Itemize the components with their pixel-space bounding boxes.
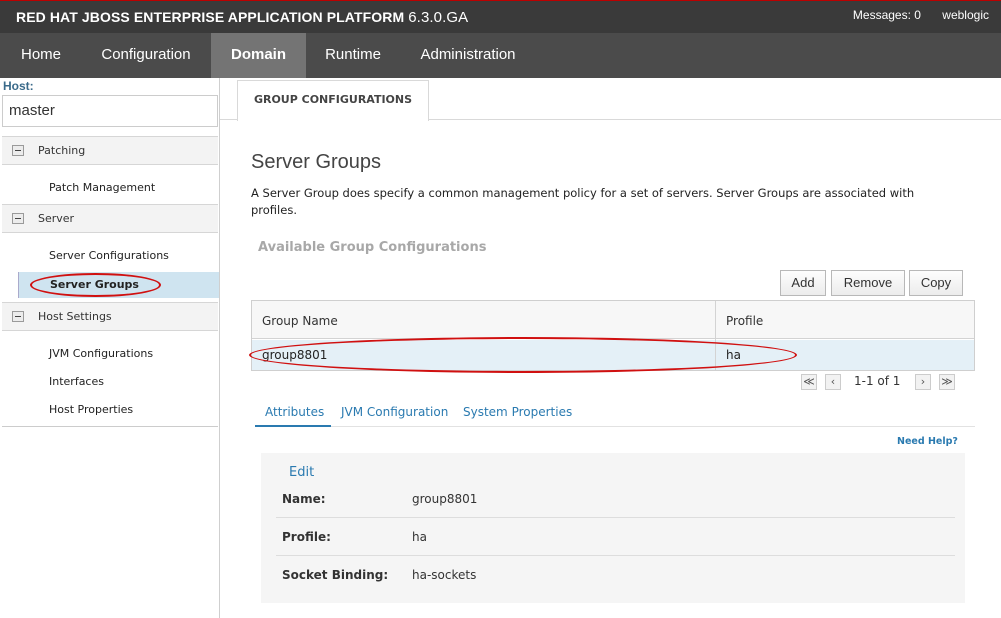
host-label: Host: <box>3 79 34 93</box>
field-label-profile: Profile: <box>282 530 331 544</box>
remove-button[interactable]: Remove <box>831 270 905 296</box>
nav-administration[interactable]: Administration <box>400 33 536 78</box>
tab-system-properties[interactable]: System Properties <box>463 405 572 419</box>
edit-link[interactable]: Edit <box>289 465 314 480</box>
section-patching[interactable]: Patching <box>2 136 218 165</box>
nav-runtime[interactable]: Runtime <box>306 33 400 78</box>
sidebar-item-patch-management[interactable]: Patch Management <box>49 181 155 194</box>
prev-page-icon[interactable]: ‹ <box>825 374 841 390</box>
page-title: Server Groups <box>251 151 382 173</box>
sidebar: Host: master Patching Patch Management S… <box>0 78 220 618</box>
copy-button[interactable]: Copy <box>909 270 963 296</box>
cell-group-name: group8801 <box>262 348 328 362</box>
column-header-group-name[interactable]: Group Name <box>262 314 338 328</box>
collapse-icon[interactable] <box>12 145 24 156</box>
product-logo: RED HAT JBOSS ENTERPRISE APPLICATION PLA… <box>16 9 468 26</box>
column-header-profile[interactable]: Profile <box>726 314 763 328</box>
section-label: Patching <box>38 144 86 157</box>
brand-bar: RED HAT JBOSS ENTERPRISE APPLICATION PLA… <box>0 0 1001 33</box>
section-host-settings[interactable]: Host Settings <box>2 302 218 331</box>
brand-name: RED HAT JBOSS ENTERPRISE APPLICATION PLA… <box>16 9 405 25</box>
field-value-profile: ha <box>412 530 427 544</box>
collapse-icon[interactable] <box>12 213 24 224</box>
table-row[interactable]: group8801 ha <box>252 340 974 370</box>
section-label: Server <box>38 212 75 225</box>
tab-bar: GROUP CONFIGURATIONS <box>220 78 1001 121</box>
nav-configuration[interactable]: Configuration <box>82 33 210 78</box>
last-page-icon[interactable]: ≫ <box>939 374 955 390</box>
messages-link[interactable]: Messages: 0 <box>853 8 921 22</box>
field-divider <box>276 517 955 518</box>
sidebar-item-host-properties[interactable]: Host Properties <box>49 403 133 416</box>
page-description: A Server Group does specify a common man… <box>251 186 915 217</box>
add-button[interactable]: Add <box>780 270 826 296</box>
host-selector[interactable]: master <box>2 95 218 127</box>
tab-group-configurations[interactable]: GROUP CONFIGURATIONS <box>237 80 429 121</box>
first-page-icon[interactable]: ≪ <box>801 374 817 390</box>
sidebar-item-server-groups[interactable]: Server Groups <box>18 272 219 298</box>
nav-home[interactable]: Home <box>0 33 82 78</box>
section-server[interactable]: Server <box>2 204 218 233</box>
field-divider <box>276 555 955 556</box>
column-divider <box>715 301 716 370</box>
field-value-socket-binding: ha-sockets <box>412 568 477 582</box>
sidebar-divider <box>2 426 218 427</box>
table-header: Group Name Profile <box>252 301 974 339</box>
sidebar-item-interfaces[interactable]: Interfaces <box>49 375 104 388</box>
field-value-name: group8801 <box>412 492 478 506</box>
section-label: Host Settings <box>38 310 112 323</box>
tab-attributes[interactable]: Attributes <box>255 405 331 427</box>
pager-label: 1-1 of 1 <box>854 374 901 388</box>
nav-domain[interactable]: Domain <box>211 33 306 78</box>
cell-profile: ha <box>726 348 741 362</box>
field-label-name: Name: <box>282 492 326 506</box>
collapse-icon[interactable] <box>12 311 24 322</box>
tab-jvm-configuration[interactable]: JVM Configuration <box>341 405 448 419</box>
top-right-links: Messages: 0 weblogic <box>835 8 989 22</box>
need-help-link[interactable]: Need Help? <box>897 436 958 447</box>
next-page-icon[interactable]: › <box>915 374 931 390</box>
main-nav: Home Configuration Domain Runtime Admini… <box>0 33 1001 78</box>
section-heading: Available Group Configurations <box>258 240 487 255</box>
server-groups-table: Group Name Profile group8801 ha <box>251 300 975 371</box>
version-label: 6.3.0.GA <box>408 9 469 26</box>
user-menu[interactable]: weblogic <box>942 8 989 22</box>
field-label-socket-binding: Socket Binding: <box>282 568 389 582</box>
sidebar-item-jvm-configurations[interactable]: JVM Configurations <box>49 347 153 360</box>
detail-tabs: Attributes JVM Configuration System Prop… <box>255 400 975 427</box>
sidebar-item-server-configurations[interactable]: Server Configurations <box>49 249 169 262</box>
